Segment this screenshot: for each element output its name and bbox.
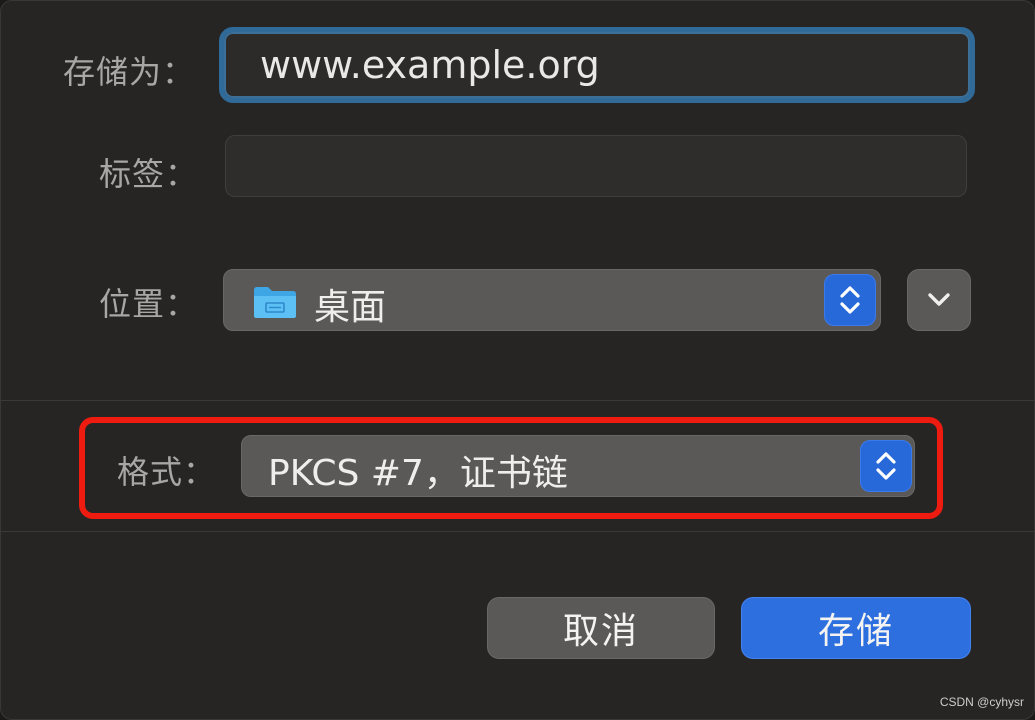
save-as-label: 存储为： bbox=[63, 53, 196, 91]
location-popup[interactable]: 桌面 bbox=[223, 269, 881, 331]
tags-input[interactable] bbox=[225, 135, 967, 197]
location-label: 位置： bbox=[99, 285, 199, 323]
save-button[interactable]: 存储 bbox=[741, 597, 971, 659]
watermark: CSDN @cyhysr bbox=[939, 695, 1024, 709]
divider-bottom bbox=[1, 531, 1035, 532]
cancel-button[interactable]: 取消 bbox=[487, 597, 715, 659]
folder-icon bbox=[254, 287, 296, 318]
save-dialog: 存储为： www.example.org 标签： 位置： 桌面 格式： PKCS… bbox=[0, 0, 1035, 720]
filename-input[interactable]: www.example.org bbox=[219, 27, 975, 103]
chevron-updown-icon bbox=[840, 286, 860, 314]
tags-label: 标签： bbox=[99, 155, 199, 193]
chevron-down-icon bbox=[928, 293, 950, 306]
format-highlight-annotation bbox=[79, 417, 943, 519]
expand-button[interactable] bbox=[907, 269, 971, 331]
filename-value: www.example.org bbox=[260, 43, 600, 87]
location-value: 桌面 bbox=[314, 287, 387, 328]
divider-top bbox=[1, 400, 1035, 401]
location-stepper[interactable] bbox=[824, 274, 876, 326]
